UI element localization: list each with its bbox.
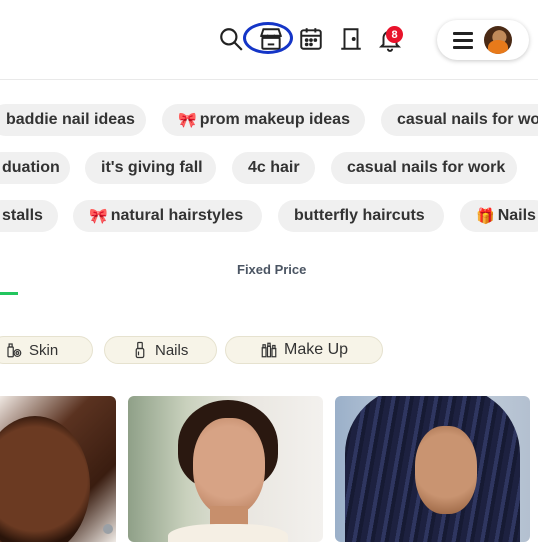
feed-image-card[interactable] bbox=[335, 396, 530, 542]
category-nails[interactable]: Nails bbox=[104, 336, 217, 364]
search-icon bbox=[220, 28, 243, 51]
tag-chip-label: casual nails for wo bbox=[397, 111, 538, 128]
active-tab-indicator bbox=[0, 292, 18, 295]
tag-chip[interactable]: 🎀 prom makeup ideas bbox=[162, 104, 365, 136]
avatar[interactable] bbox=[484, 26, 512, 54]
tag-chip[interactable]: it's giving fall bbox=[85, 152, 216, 184]
tag-chip-label: baddie nail ideas bbox=[6, 111, 135, 128]
tag-chip[interactable]: casual nails for wo bbox=[381, 104, 538, 136]
tag-chip-label: duation bbox=[2, 159, 60, 176]
bow-icon: 🎀 bbox=[178, 112, 197, 129]
tag-chip[interactable]: 🎁 Nails bbox=[460, 200, 538, 232]
account-menu-button[interactable] bbox=[437, 20, 529, 60]
door-button[interactable] bbox=[337, 25, 365, 53]
highlight-ring bbox=[243, 22, 293, 54]
tag-chip-label: stalls bbox=[2, 207, 43, 224]
tag-chip-label: natural hairstyles bbox=[110, 207, 244, 224]
search-button[interactable] bbox=[217, 25, 245, 53]
carousel-indicator bbox=[103, 524, 113, 534]
feed-image-card[interactable] bbox=[0, 396, 116, 542]
skincare-icon bbox=[7, 343, 22, 358]
category-skin[interactable]: Skin bbox=[0, 336, 93, 364]
tag-chip[interactable]: casual nails for work bbox=[331, 152, 517, 184]
makeup-icon bbox=[261, 342, 277, 358]
feed-image-card[interactable] bbox=[128, 396, 323, 542]
category-makeup[interactable]: Make Up bbox=[225, 336, 383, 364]
calendar-icon bbox=[300, 28, 322, 50]
tag-chip-label: Nails bbox=[497, 207, 536, 224]
tag-chip[interactable]: butterfly haircuts bbox=[278, 200, 444, 232]
gift-icon: 🎁 bbox=[476, 208, 495, 225]
tag-chip-label: it's giving fall bbox=[101, 159, 203, 176]
tag-chip[interactable]: 4c hair bbox=[232, 152, 315, 184]
tag-chip[interactable]: baddie nail ideas bbox=[0, 104, 146, 136]
tag-chip[interactable]: 🎀 natural hairstyles bbox=[73, 200, 262, 232]
category-label: Nails bbox=[155, 341, 189, 359]
door-icon bbox=[341, 28, 361, 50]
tag-chip[interactable]: duation bbox=[0, 152, 70, 184]
menu-icon bbox=[453, 32, 473, 49]
calendar-button[interactable] bbox=[297, 25, 325, 53]
tag-chip[interactable]: stalls bbox=[0, 200, 58, 232]
tag-chip-label: casual nails for work bbox=[347, 159, 506, 176]
tag-chip-label: 4c hair bbox=[248, 159, 300, 176]
fixed-price-filter[interactable]: Fixed Price bbox=[237, 262, 306, 277]
notification-badge: 8 bbox=[386, 26, 403, 43]
category-label: Skin bbox=[29, 341, 59, 359]
bow-icon: 🎀 bbox=[89, 208, 108, 225]
nail-polish-icon bbox=[135, 341, 145, 359]
tag-chip-label: butterfly haircuts bbox=[294, 207, 425, 224]
tag-chip-label: prom makeup ideas bbox=[199, 111, 350, 128]
category-label: Make Up bbox=[284, 341, 349, 358]
